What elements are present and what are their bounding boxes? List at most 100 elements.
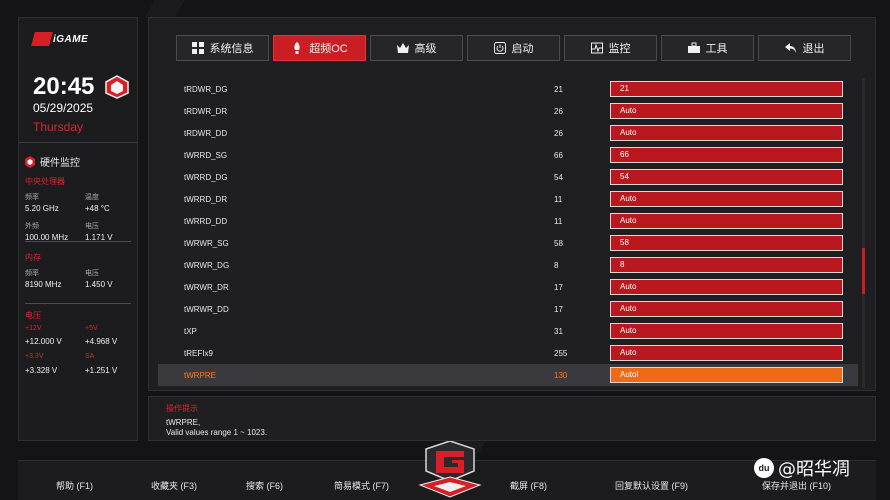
divider: [19, 142, 137, 143]
tab-label: 启动: [511, 43, 534, 55]
setting-value-field[interactable]: Auto: [610, 301, 843, 317]
voltage-section-title: 电压: [25, 311, 41, 320]
clock-time: 20:45: [33, 73, 95, 100]
tab-system-info[interactable]: 系统信息: [176, 35, 269, 61]
setting-value-field[interactable]: Autol: [610, 367, 843, 383]
pulse-icon: [590, 42, 603, 54]
brand-name: iGAME: [53, 33, 89, 45]
load-defaults-key[interactable]: 回复默认设置 (F9): [615, 479, 688, 492]
setting-row[interactable]: tRDWR_DD 26 Auto: [158, 122, 858, 144]
monitor-chip-icon: [25, 155, 35, 168]
v5-label: +5V: [85, 325, 98, 332]
tab-label: 高级: [414, 43, 437, 55]
hardware-monitor-header: 硬件监控: [25, 154, 80, 169]
cpu-freq-value: 5.20 GHz: [25, 204, 59, 213]
setting-current-value: 21: [554, 84, 563, 94]
setting-row[interactable]: tWRWR_DD 17 Auto: [158, 298, 858, 320]
setting-row[interactable]: tWRRD_DG 54 54: [158, 166, 858, 188]
scrollbar-track[interactable]: [862, 78, 865, 388]
setting-value-field[interactable]: 21: [610, 81, 843, 97]
tab-label: 工具: [705, 43, 728, 55]
scrollbar-thumb[interactable]: [862, 248, 865, 294]
v33-label: +3.3V: [25, 353, 44, 360]
grid-icon: [191, 42, 204, 54]
igame-logo-mark: [31, 32, 53, 46]
favorites-key[interactable]: 收藏夹 (F3): [151, 479, 197, 492]
setting-name: tWRWR_DG: [184, 260, 230, 270]
setting-row[interactable]: tRDWR_DG 21 21: [158, 78, 858, 100]
mem-volt-label: 电压: [85, 270, 99, 277]
help-panel: 操作提示 tWRPRE, Valid values range 1 ~ 1023…: [148, 396, 876, 441]
setting-value-field[interactable]: Auto: [610, 103, 843, 119]
help-title: 操作提示: [166, 404, 198, 413]
setting-row[interactable]: tWRRD_DD 11 Auto: [158, 210, 858, 232]
back-arrow-icon: [784, 43, 796, 53]
tab-advanced[interactable]: 高级: [370, 35, 463, 61]
tab-overclock[interactable]: 超频OC: [273, 35, 366, 61]
search-key[interactable]: 搜索 (F6): [246, 479, 283, 492]
setting-row[interactable]: tWRWR_DR 17 Auto: [158, 276, 858, 298]
rocket-icon: [294, 42, 300, 54]
screenshot-key[interactable]: 截屏 (F8): [510, 479, 547, 492]
setting-name: tREFIx9: [184, 348, 213, 358]
mem-freq-value: 8190 MHz: [25, 280, 62, 289]
help-key[interactable]: 帮助 (F1): [56, 479, 93, 492]
hardware-monitor-title: 硬件监控: [40, 158, 80, 169]
main-settings-panel: 系统信息 超频OC 高级 启动 监控 工具 退出 tRDWR_DG 21 21 tR…: [148, 17, 876, 391]
setting-current-value: 66: [554, 150, 563, 160]
setting-name: tWRPRE: [184, 370, 216, 380]
watermark: du @昭华凋: [754, 455, 850, 481]
setting-value-field[interactable]: Auto: [610, 345, 843, 361]
sa-label: SA: [85, 353, 95, 360]
tab-boot[interactable]: 启动: [467, 35, 560, 61]
setting-row[interactable]: tREFIx9 255 Auto: [158, 342, 858, 364]
setting-value-field[interactable]: 54: [610, 169, 843, 185]
setting-current-value: 31: [554, 326, 563, 336]
crown-icon: [396, 43, 409, 53]
setting-name: tWRRD_DR: [184, 194, 228, 204]
cpu-volt-label: 电压: [85, 223, 99, 230]
tab-exit[interactable]: 退出: [758, 35, 851, 61]
setting-current-value: 58: [554, 238, 563, 248]
setting-current-value: 8: [554, 260, 559, 270]
setting-row[interactable]: tWRWR_DG 8 8: [158, 254, 858, 276]
divider: [25, 241, 131, 242]
background-stripe: [145, 0, 185, 17]
setting-value-field[interactable]: Auto: [610, 323, 843, 339]
setting-value-field[interactable]: Auto: [610, 279, 843, 295]
mem-freq-label: 频率: [25, 270, 39, 277]
memory-section-title: 内存: [25, 253, 41, 262]
setting-name: tWRWR_SG: [184, 238, 229, 248]
setting-row[interactable]: tWRRD_DR 11 Auto: [158, 188, 858, 210]
help-text-line: tWRPRE,: [166, 418, 201, 427]
setting-name: tRDWR_DG: [184, 84, 228, 94]
setting-row-selected[interactable]: tWRPRE 130 Autol: [158, 364, 858, 386]
easy-mode-key[interactable]: 简易模式 (F7): [334, 479, 389, 492]
setting-value-field[interactable]: Auto: [610, 125, 843, 141]
tab-tools[interactable]: 工具: [661, 35, 754, 61]
tab-label: 超频OC: [309, 43, 348, 55]
setting-current-value: 26: [554, 128, 563, 138]
setting-value-field[interactable]: Auto: [610, 213, 843, 229]
setting-row[interactable]: tXP 31 Auto: [158, 320, 858, 342]
cpu-temp-label: 温度: [85, 194, 99, 201]
setting-value-field[interactable]: 8: [610, 257, 843, 273]
setting-value-field[interactable]: Auto: [610, 191, 843, 207]
cpu-section-title: 中央处理器: [25, 177, 65, 186]
setting-row[interactable]: tRDWR_DR 26 Auto: [158, 100, 858, 122]
setting-current-value: 26: [554, 106, 563, 116]
v12-value: +12.000 V: [25, 337, 62, 346]
setting-row[interactable]: tWRRD_SG 66 66: [158, 144, 858, 166]
setting-current-value: 11: [554, 194, 563, 204]
settings-list: tRDWR_DG 21 21 tRDWR_DR 26 Auto tRDWR_DD 26 Au…: [158, 78, 858, 386]
setting-name: tWRWR_DR: [184, 282, 229, 292]
watermark-badge-icon: du: [754, 458, 774, 478]
tab-monitor[interactable]: 监控: [564, 35, 657, 61]
cpu-temp-value: +48 °C: [85, 204, 110, 213]
setting-value-field[interactable]: 58: [610, 235, 843, 251]
setting-row[interactable]: tWRWR_SG 58 58: [158, 232, 858, 254]
setting-value-field[interactable]: 66: [610, 147, 843, 163]
chip-badge-icon: [105, 75, 129, 99]
setting-name: tWRRD_SG: [184, 150, 228, 160]
setting-name: tRDWR_DD: [184, 128, 228, 138]
